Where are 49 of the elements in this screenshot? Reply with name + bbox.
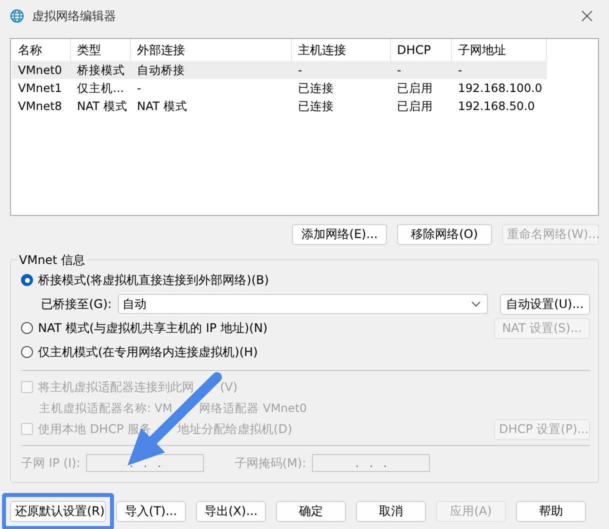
button[interactable]: 添加网络(E)... [292,224,387,245]
button[interactable]: 帮助 [516,501,586,522]
table-cell-text: VMnet1 [17,81,63,95]
table-cell-text: - [396,63,402,77]
field-label: 子网 IP (I): [21,454,80,472]
dropdown[interactable]: 自动 [118,294,488,314]
button[interactable]: 确定 [276,501,346,522]
radio-button[interactable] [21,274,33,286]
table-cell-text: - [457,63,464,77]
table-cell-text: 已连接 [297,80,335,96]
button[interactable]: 自动设置(U)... [500,294,590,314]
checkbox-label: (V) [220,380,238,394]
table-cell-text: VMnet8 [17,99,63,113]
table-cell-text: 已启用 [396,98,434,114]
table-cell-text: 仅主机... [76,80,125,96]
table-cell-text: 已启用 [396,80,434,96]
table-cell-text: NAT 模式 [136,98,188,114]
table-cell-text: 192.168.50.0 [457,99,536,113]
table-cell-text: NAT 模式 [76,98,128,114]
globe-icon [10,9,24,23]
checkbox-label: 地址分配给虚拟机(D) [178,420,292,438]
network-row[interactable] [12,61,547,79]
button[interactable]: 还原默认设置(R) [10,501,106,522]
table-cell-text: 已连接 [297,98,335,114]
field-label: 已桥接至(G): [41,296,112,312]
close-icon[interactable] [581,10,593,22]
button[interactable]: 导出(X)... [196,501,266,522]
table-cell-text: 192.168.100.0 [457,81,544,95]
button[interactable]: 取消 [356,501,426,522]
adapter-name-text: 主机虚拟适配器名称: VM [39,400,172,416]
radio-button[interactable] [21,346,33,358]
table-cell-text: 自动桥接 [136,62,186,78]
caret-icon [470,301,481,307]
radio-button[interactable] [21,322,33,334]
table-cell-text: - [297,63,304,77]
field-label: 子网掩码(M): [234,454,306,472]
table-cell-text: VMnet0 [17,63,63,77]
radio-label: NAT 模式(与虚拟机共享主机的 IP 地址)(N) [38,320,268,336]
button[interactable]: 移除网络(O) [397,224,492,245]
adapter-name-text: 网络适配器 VMnet0 [199,400,307,416]
radio-label: 仅主机模式(在专用网络内连接虚拟机)(H) [38,344,258,360]
checkbox-label: 将主机虚拟适配器连接到此网 [38,378,194,396]
group-title: VMnet 信息 [17,252,88,269]
table-cell-text: - [136,81,142,95]
ip-field[interactable]: . . . [312,454,430,472]
radio-label: 桥接模式(将虚拟机直接连接到外部网络)(B) [38,272,269,288]
button[interactable]: 导入(T)... [116,501,186,522]
window-title: 虚拟网络编辑器 [32,8,116,24]
table-cell-text: 桥接模式 [76,62,126,78]
